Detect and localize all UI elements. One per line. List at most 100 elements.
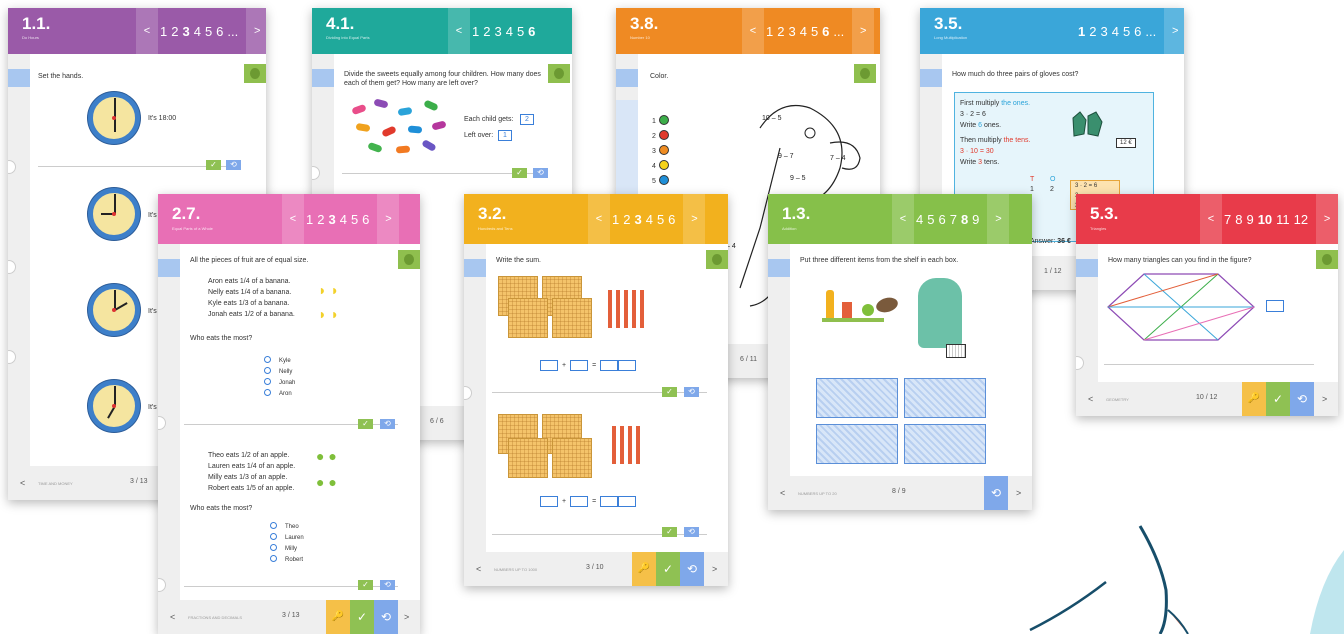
page-tab[interactable]: 9 — [1246, 212, 1253, 227]
page-tab[interactable]: 4 — [646, 212, 653, 227]
prev-exercise-button[interactable]: < — [20, 478, 25, 488]
page-tab[interactable]: ... — [227, 24, 238, 39]
page-tab[interactable]: 1 — [306, 212, 313, 227]
reset-button[interactable]: ⟲ — [984, 476, 1008, 510]
page-tab[interactable]: 6 — [362, 212, 369, 227]
radio-option[interactable]: Nelly — [264, 367, 295, 378]
reset-button[interactable]: ⟲ — [680, 552, 704, 586]
page-tab[interactable]: 6 — [668, 212, 675, 227]
prev-page-button[interactable]: < — [742, 8, 764, 54]
next-page-button[interactable]: > — [683, 194, 706, 244]
reset-button[interactable]: ⟲ — [684, 387, 699, 397]
prev-page-button[interactable]: < — [136, 8, 158, 54]
page-tab[interactable]: 8 — [1235, 212, 1242, 227]
prev-page-button[interactable]: < — [1200, 194, 1222, 244]
radio-option[interactable]: Kyle — [264, 356, 295, 367]
next-page-button[interactable]: > — [377, 194, 400, 244]
reset-button[interactable]: ⟲ — [1290, 382, 1314, 416]
next-page-button[interactable]: > — [1316, 194, 1338, 244]
sound-icon[interactable] — [312, 69, 334, 87]
page-tab[interactable]: 3 — [1100, 24, 1107, 39]
sum-input[interactable] — [540, 360, 558, 371]
page-tab[interactable]: 6 — [216, 24, 223, 39]
check-button[interactable]: ✓ — [350, 600, 374, 634]
page-tab[interactable]: 4 — [916, 212, 923, 227]
page-tab[interactable]: 7 — [950, 212, 957, 227]
prev-page-button[interactable]: < — [282, 194, 304, 244]
sum-input[interactable] — [570, 496, 589, 507]
check-button[interactable]: ✓ — [656, 552, 680, 586]
answer-box[interactable] — [904, 378, 986, 418]
sound-icon[interactable] — [920, 69, 942, 87]
prev-page-button[interactable]: < — [448, 8, 470, 54]
page-tab[interactable]: 3 — [788, 24, 795, 39]
sound-icon[interactable] — [158, 259, 180, 277]
reset-button[interactable]: ⟲ — [374, 600, 398, 634]
hint-button[interactable]: 🔑 — [632, 552, 656, 586]
page-tab[interactable]: 5 — [811, 24, 818, 39]
answer-box[interactable] — [904, 424, 986, 464]
left-over-input[interactable]: 1 — [498, 130, 512, 141]
sum-input[interactable] — [600, 360, 619, 371]
next-page-button[interactable]: > — [246, 8, 266, 54]
page-tab[interactable]: 2 — [1089, 24, 1096, 39]
page-tab[interactable]: 12 — [1294, 212, 1308, 227]
page-tab-current[interactable]: 3 — [634, 212, 641, 227]
page-tab[interactable]: 4 — [1112, 24, 1119, 39]
next-exercise-button[interactable]: > — [404, 612, 409, 622]
sum-input[interactable] — [570, 360, 589, 371]
prev-exercise-button[interactable]: < — [1088, 394, 1093, 404]
page-tab-current[interactable]: 6 — [822, 24, 829, 39]
prev-exercise-button[interactable]: < — [476, 564, 481, 574]
clock-icon[interactable] — [88, 92, 140, 144]
sound-icon[interactable] — [616, 69, 638, 87]
check-button[interactable]: ✓ — [662, 387, 677, 397]
page-tab[interactable]: 11 — [1276, 212, 1290, 227]
sum-input[interactable] — [618, 496, 637, 507]
page-tab[interactable]: 4 — [340, 212, 347, 227]
page-tab[interactable]: 2 — [171, 24, 178, 39]
radio-option[interactable]: Aron — [264, 389, 295, 400]
avatar-icon[interactable] — [854, 64, 876, 83]
sound-icon[interactable] — [8, 69, 30, 87]
reset-button[interactable]: ⟲ — [533, 168, 548, 178]
avatar-icon[interactable] — [1316, 250, 1338, 269]
page-tab[interactable]: 5 — [927, 212, 934, 227]
reset-button[interactable]: ⟲ — [684, 527, 699, 537]
clock-icon[interactable] — [88, 380, 140, 432]
avatar-icon[interactable] — [398, 250, 420, 269]
color-palette[interactable] — [616, 100, 638, 200]
radio-option[interactable]: Theo — [270, 522, 304, 533]
page-tab[interactable]: 4 — [506, 24, 513, 39]
page-tab[interactable]: 2 — [483, 24, 490, 39]
next-exercise-button[interactable]: > — [1322, 394, 1327, 404]
page-tab[interactable]: 1 — [612, 212, 619, 227]
page-tab[interactable]: 6 — [938, 212, 945, 227]
page-tab[interactable]: 6 — [1134, 24, 1141, 39]
answer-box[interactable] — [816, 424, 898, 464]
next-exercise-button[interactable]: > — [1016, 488, 1021, 498]
answer-box[interactable] — [816, 378, 898, 418]
page-tab-current[interactable]: 6 — [528, 24, 535, 39]
prev-page-button[interactable]: < — [588, 194, 610, 244]
page-tab[interactable]: 5 — [657, 212, 664, 227]
reset-button[interactable]: ⟲ — [226, 160, 241, 170]
check-button[interactable]: ✓ — [512, 168, 527, 178]
page-tab[interactable]: 5 — [205, 24, 212, 39]
each-child-input[interactable]: 2 — [520, 114, 534, 125]
reset-button[interactable]: ⟲ — [380, 580, 395, 590]
page-tab-current[interactable]: 8 — [961, 212, 968, 227]
next-page-button[interactable]: > — [852, 8, 875, 54]
page-tab[interactable]: 5 — [517, 24, 524, 39]
page-tab[interactable]: 5 — [351, 212, 358, 227]
page-tab[interactable]: 2 — [623, 212, 630, 227]
page-tab[interactable]: 4 — [194, 24, 201, 39]
page-tab[interactable]: 7 — [1224, 212, 1231, 227]
next-page-button[interactable]: > — [1164, 8, 1184, 54]
reset-button[interactable]: ⟲ — [380, 419, 395, 429]
sound-icon[interactable] — [464, 259, 486, 277]
radio-option[interactable]: Jonah — [264, 378, 295, 389]
check-button[interactable]: ✓ — [358, 580, 373, 590]
check-button[interactable]: ✓ — [662, 527, 677, 537]
check-button[interactable]: ✓ — [206, 160, 221, 170]
